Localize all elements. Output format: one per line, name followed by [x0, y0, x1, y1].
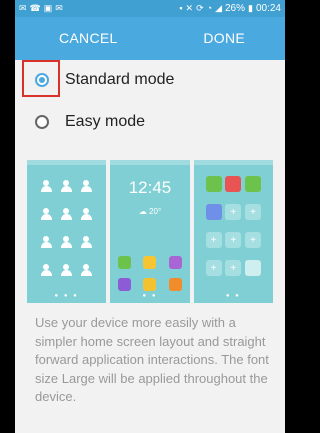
phone-app-icon	[205, 176, 222, 192]
preview-app-row	[118, 256, 182, 269]
contact-icon	[40, 236, 53, 249]
status-bar-right: ▪ ✕ ⟳ ◔ ◢ 26% ▮ 00:24	[179, 3, 281, 14]
mute-icon: ✕	[185, 3, 194, 13]
gallery-app-icon	[143, 278, 157, 291]
mode-preview: ● ● ● 12:45 ☁ 20° ● ● + + + + + + + ● ●	[27, 160, 273, 303]
messages-app-icon	[143, 256, 157, 269]
easy-mode-label: Easy mode	[65, 113, 146, 130]
standard-mode-radio[interactable]	[35, 73, 49, 87]
contact-icon	[80, 180, 93, 193]
mode-options: Standard mode Easy mode	[15, 60, 285, 142]
settings-app-icon	[205, 204, 222, 220]
signal-icon: ◢	[215, 3, 222, 13]
contact-icon	[80, 264, 93, 277]
action-bar: CANCEL DONE	[15, 17, 285, 60]
cloud-icon: ☁	[138, 207, 147, 216]
easy-mode-radio[interactable]	[35, 115, 49, 129]
contact-icon	[40, 208, 53, 221]
done-button[interactable]: DONE	[183, 17, 285, 60]
wifi-icon: ◔	[206, 3, 213, 13]
add-app-icon: +	[245, 204, 262, 220]
contact-icon	[60, 236, 73, 249]
preview-home-screen: 12:45 ☁ 20° ● ●	[110, 160, 190, 303]
mail-icon: ✉	[55, 3, 63, 13]
mode-description: Use your device more easily with a simpl…	[35, 315, 269, 404]
add-app-icon: +	[245, 232, 262, 248]
add-app-icon: +	[205, 232, 222, 248]
image-icon: ▣	[43, 3, 53, 13]
battery-percent: 26%	[225, 3, 246, 14]
apps-grid-icon	[245, 260, 262, 276]
contact-icon	[80, 236, 93, 249]
preview-temperature: 20°	[149, 207, 162, 216]
standard-mode-label: Standard mode	[65, 71, 175, 88]
easy-grid: + + + + + + +	[204, 176, 263, 276]
clock-time: 00:24	[255, 3, 281, 14]
battery-icon: ▮	[248, 3, 253, 13]
contact-icon	[40, 264, 53, 277]
contact-icon	[40, 180, 53, 193]
wechat-icon: ✉	[19, 3, 27, 13]
preview-easy-screen: + + + + + + + ● ●	[193, 160, 273, 303]
status-bar-left: ✉ ☎ ▣ ✉	[19, 4, 63, 13]
easy-mode-option[interactable]: Easy mode	[15, 102, 285, 142]
messages-app-icon	[245, 176, 262, 192]
preview-contacts-screen: ● ● ●	[27, 160, 107, 303]
standard-mode-option[interactable]: Standard mode	[15, 60, 285, 100]
notify-icon: ▪	[179, 3, 183, 13]
add-app-icon: +	[225, 204, 242, 220]
add-app-icon: +	[205, 260, 222, 276]
preview-app-row	[118, 278, 182, 291]
preview-weather: ☁ 20°	[110, 207, 189, 216]
page-indicator: ● ● ●	[54, 293, 79, 299]
add-app-icon: +	[225, 232, 242, 248]
camera-app-icon	[225, 176, 242, 192]
sync-icon: ⟳	[196, 3, 204, 13]
add-app-icon: +	[225, 260, 242, 276]
preview-clock: 12:45	[128, 178, 172, 197]
contact-icon	[60, 264, 73, 277]
cancel-button[interactable]: CANCEL	[15, 17, 150, 60]
screen-frame: ✉ ☎ ▣ ✉ ▪ ✕ ⟳ ◔ ◢ 26% ▮ 00:24 CANCEL DON…	[15, 0, 285, 433]
apps-app-icon	[168, 278, 182, 291]
page-indicator: ● ●	[225, 293, 241, 299]
page-indicator: ● ●	[142, 293, 158, 299]
phone-app-icon	[118, 256, 132, 269]
camera-app-icon	[118, 278, 132, 291]
contact-icon	[60, 180, 73, 193]
contact-icon	[60, 208, 73, 221]
phone-icon: ☎	[29, 3, 41, 13]
contacts-grid	[37, 180, 96, 277]
contact-icon	[80, 208, 93, 221]
internet-app-icon	[168, 256, 182, 269]
status-bar: ✉ ☎ ▣ ✉ ▪ ✕ ⟳ ◔ ◢ 26% ▮ 00:24	[15, 0, 285, 17]
